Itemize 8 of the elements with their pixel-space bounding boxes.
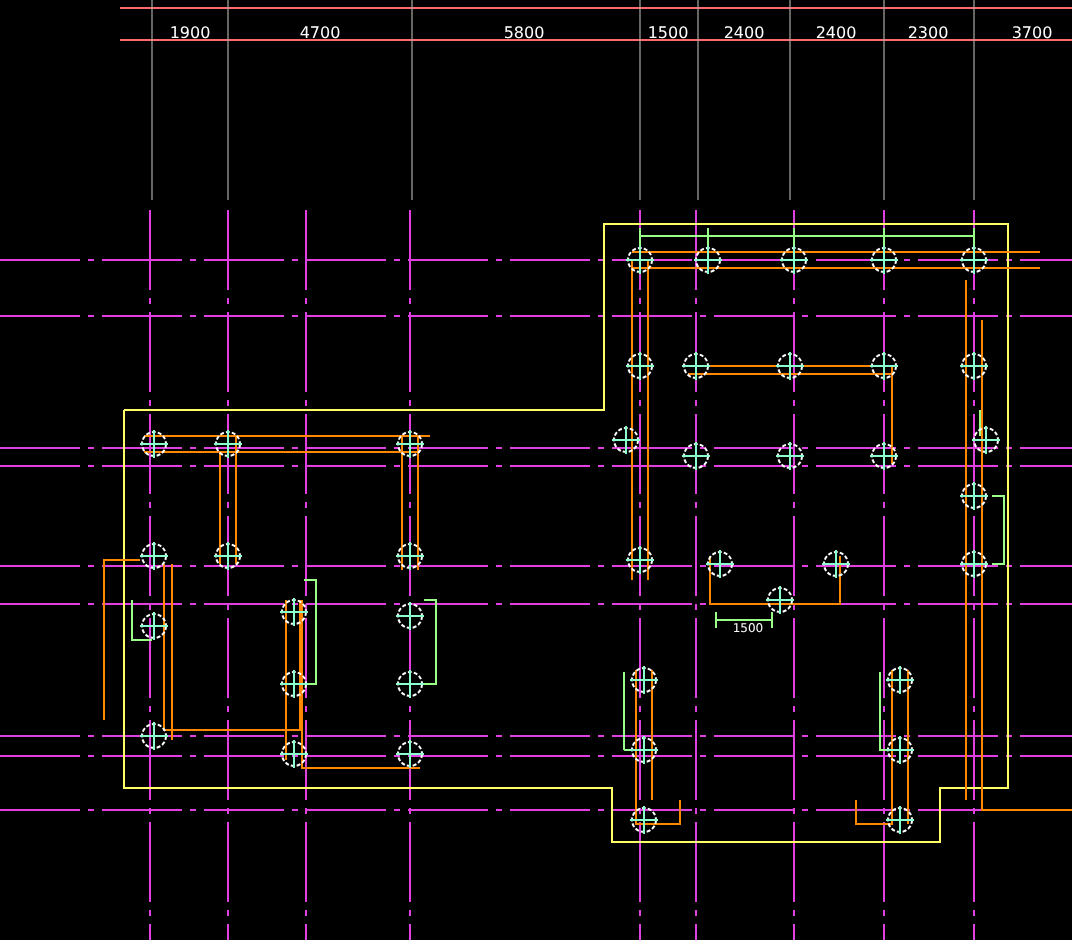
dimension-label: 5800 (503, 24, 545, 42)
dimension-label: 2400 (815, 24, 857, 42)
dimension-label: 4700 (299, 24, 341, 42)
dimension-label: 1500 (647, 24, 689, 42)
dimension-label: 2400 (723, 24, 765, 42)
dimension-label: 2300 (907, 24, 949, 42)
dimension-label: 1900 (169, 24, 211, 42)
dimension-label: 3700 (1011, 24, 1053, 42)
